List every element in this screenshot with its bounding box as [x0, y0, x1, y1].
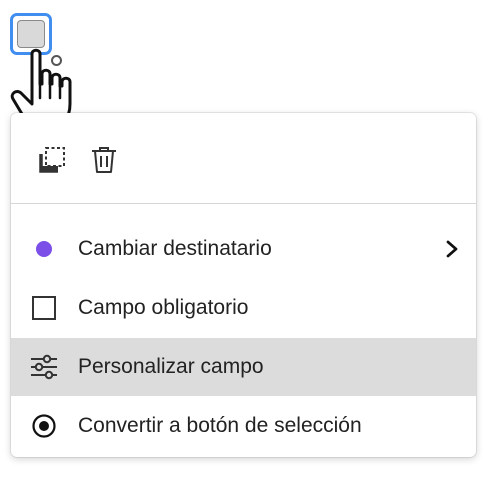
menu-item-label: Campo obligatorio [78, 296, 249, 319]
recipient-color-dot [36, 241, 52, 257]
checkbox-icon [29, 293, 59, 323]
select-tool-button[interactable] [33, 141, 71, 179]
purple-dot-icon [29, 234, 59, 264]
menu-divider [11, 203, 476, 204]
trash-icon [92, 147, 116, 173]
delete-button[interactable] [85, 141, 123, 179]
menu-item-required-field[interactable]: Campo obligatorio [11, 279, 476, 337]
menu-item-label: Personalizar campo [78, 355, 264, 378]
menu-item-label: Convertir a botón de selección [78, 414, 362, 437]
menu-item-convert-to-radio[interactable]: Convertir a botón de selección [11, 397, 476, 455]
context-menu: Cambiar destinatario Campo obligatorio P… [11, 113, 476, 457]
menu-item-change-recipient[interactable]: Cambiar destinatario [11, 220, 476, 278]
selection-icon [39, 147, 65, 173]
menu-item-label: Cambiar destinatario [78, 237, 272, 260]
radio-button-icon [29, 411, 59, 441]
menu-item-customize-field[interactable]: Personalizar campo [11, 338, 476, 396]
menu-toolbar [11, 113, 476, 203]
sliders-icon [29, 352, 59, 382]
chevron-right-icon [442, 239, 462, 259]
checkbox-field-inner [17, 20, 45, 48]
